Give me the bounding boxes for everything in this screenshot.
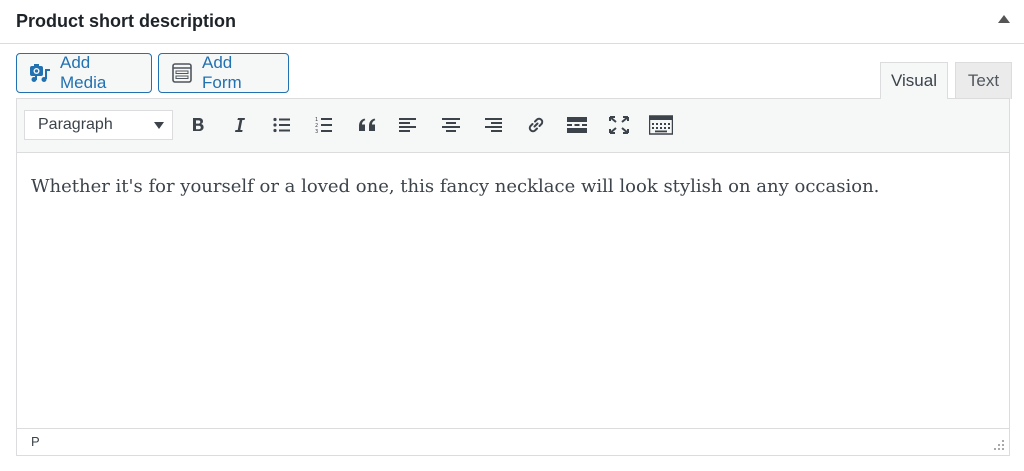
collapse-toggle-icon[interactable] <box>998 15 1010 23</box>
element-path[interactable]: P <box>31 434 40 449</box>
add-media-button[interactable]: Add Media <box>16 53 152 93</box>
read-more-icon <box>567 117 587 133</box>
read-more-button[interactable] <box>561 110 593 140</box>
add-form-button[interactable]: Add Form <box>158 53 289 93</box>
media-camera-music-icon <box>29 63 51 83</box>
align-left-icon <box>399 118 416 132</box>
panel-title: Product short description <box>16 11 237 31</box>
blockquote-icon <box>359 118 376 131</box>
tab-visual[interactable]: Visual <box>880 62 948 99</box>
bold-icon <box>193 118 204 131</box>
bulleted-list-icon <box>273 117 290 133</box>
editor-content-area[interactable]: Whether it's for yourself or a loved one… <box>17 154 1009 429</box>
numbered-list-button[interactable]: 1 2 3 <box>308 110 340 140</box>
align-right-button[interactable] <box>477 110 509 140</box>
product-short-description-panel: Product short description Add Media Add … <box>0 0 1024 471</box>
editor-paragraph: Whether it's for yourself or a loved one… <box>31 176 880 197</box>
editor-statusbar: P <box>17 428 1009 455</box>
rich-text-editor: Paragraph 1 2 3 Whether it's for yoursel… <box>16 98 1010 456</box>
italic-button[interactable] <box>223 110 255 140</box>
format-select-value: Paragraph <box>38 116 113 133</box>
svg-text:3: 3 <box>315 129 318 134</box>
bold-button[interactable] <box>182 110 214 140</box>
form-icon <box>171 63 193 83</box>
italic-icon <box>235 118 245 132</box>
panel-header: Product short description <box>0 0 1024 44</box>
insert-link-button[interactable] <box>520 110 552 140</box>
fullscreen-button[interactable] <box>603 110 635 140</box>
tab-text[interactable]: Text <box>955 62 1012 99</box>
fullscreen-icon <box>609 116 629 134</box>
align-center-icon <box>442 118 460 132</box>
resize-handle-icon[interactable] <box>993 439 1005 451</box>
bulleted-list-button[interactable] <box>266 110 298 140</box>
chevron-down-icon <box>154 122 164 129</box>
numbered-list-icon: 1 2 3 <box>315 117 332 134</box>
blockquote-button[interactable] <box>351 110 383 140</box>
format-select[interactable]: Paragraph <box>24 110 173 140</box>
add-form-label: Add Form <box>202 53 242 92</box>
align-right-icon <box>485 118 502 132</box>
toolbar-toggle-icon <box>649 115 673 135</box>
link-icon <box>528 117 544 133</box>
toolbar-toggle-button[interactable] <box>645 110 677 140</box>
align-center-button[interactable] <box>435 110 467 140</box>
editor-toolbar: Paragraph 1 2 3 <box>17 99 1009 153</box>
align-left-button[interactable] <box>392 110 424 140</box>
add-media-label: Add Media <box>60 53 107 92</box>
